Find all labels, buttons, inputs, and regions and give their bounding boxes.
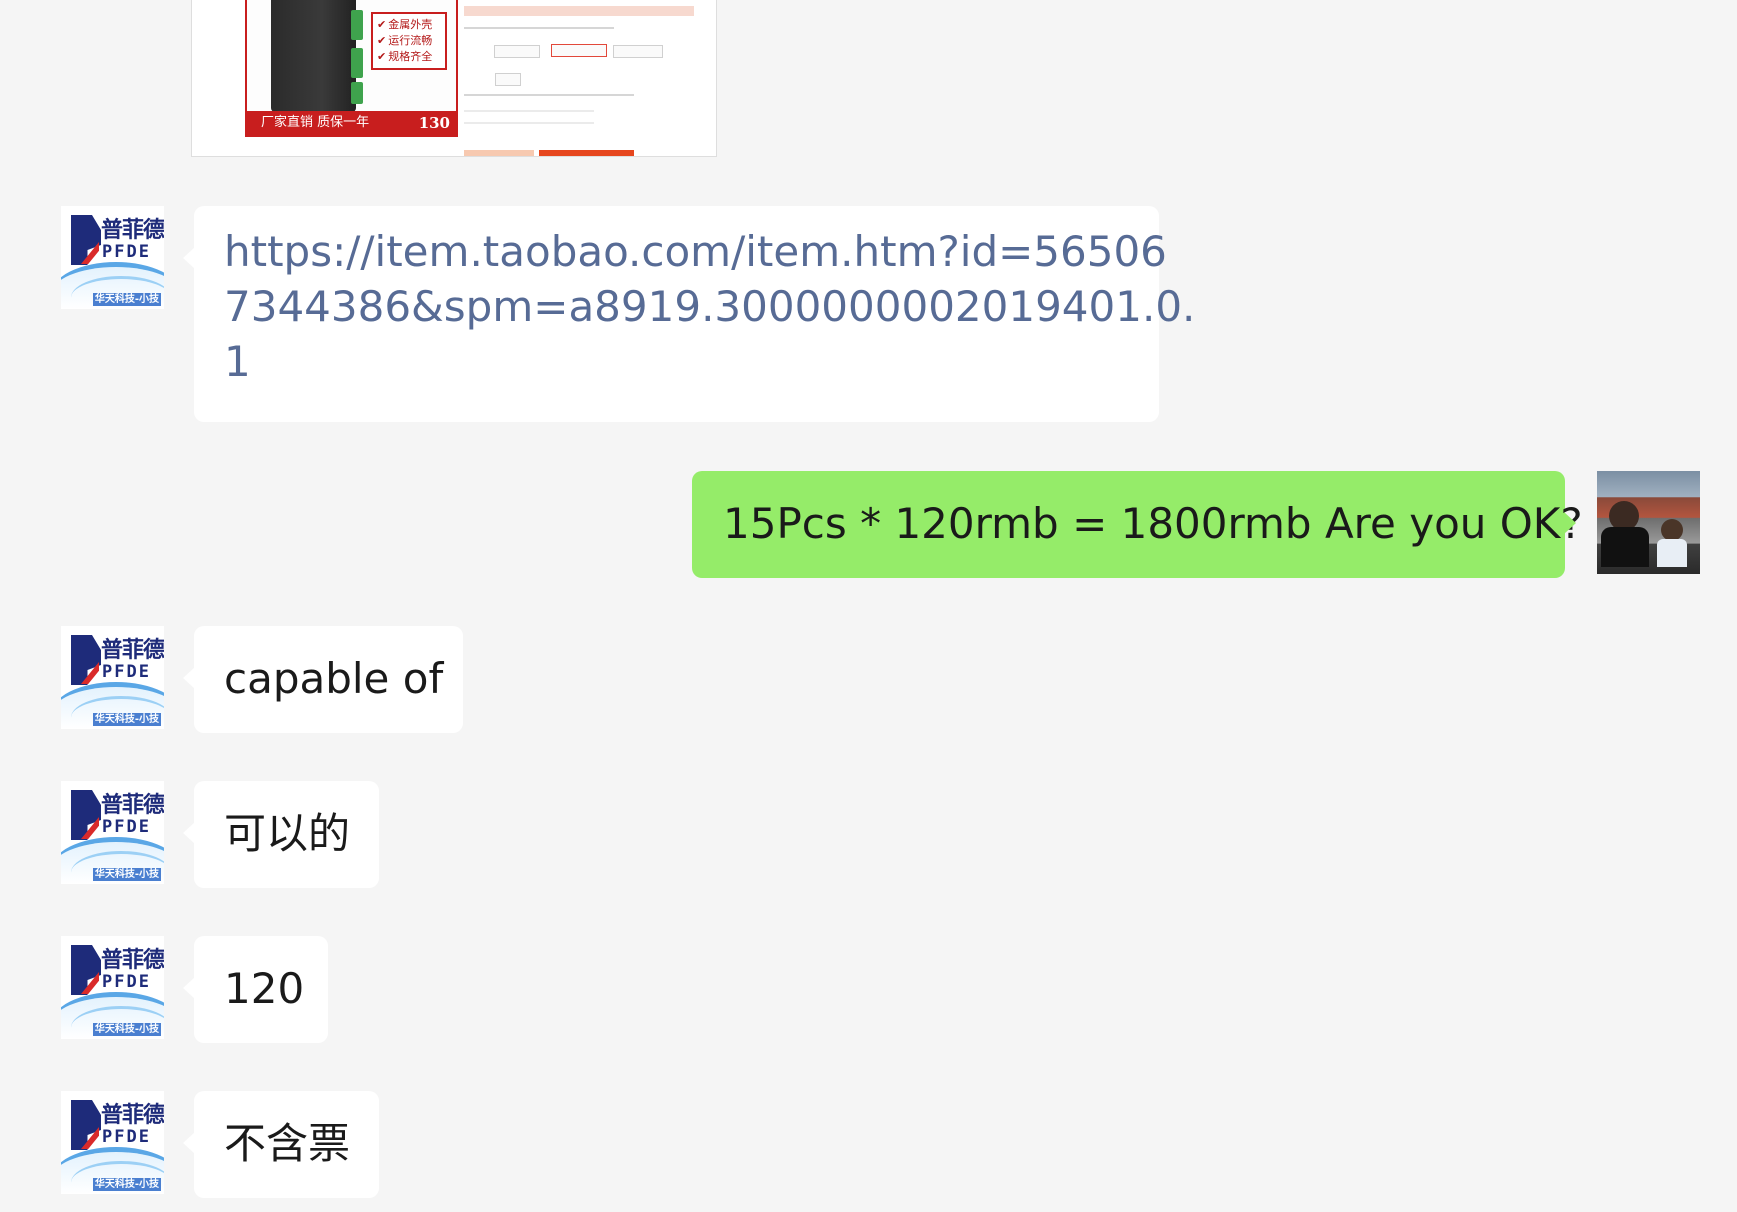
avatar-tag: 华天科技-小技 [92,1178,161,1191]
avatar-brand-en: PFDE [102,817,151,837]
avatar-brand-cn: 普菲德 [101,793,164,818]
check-icon: ✔ [377,50,387,63]
avatar[interactable]: 普菲德 PFDE 华天科技-小技 [61,781,164,884]
promo-price: 130 [418,114,450,132]
promo-text: 厂家直销 质保一年 [261,115,370,130]
message-text: 不含票 [224,1119,351,1168]
logo-mark-icon [71,790,101,840]
driver-device-image [271,0,363,112]
avatar-brand-cn: 普菲德 [101,638,164,663]
terminal-block [351,48,363,78]
spec-line [464,110,594,112]
avatar-brand-en: PFDE [102,242,151,262]
logo-mark-icon [71,635,101,685]
feature-item: ✔ 运行流畅 [377,34,433,47]
terminal-block [351,82,363,104]
product-image-message[interactable]: ✔ 金属外壳 ✔ 运行流畅 ✔ 规格齐全 厂家直销 质保一年 130 [191,0,717,157]
add-to-cart-strip [464,150,534,156]
terminal-block [351,10,363,40]
avatar-tag: 华天科技-小技 [92,293,161,306]
feature-item: ✔ 规格齐全 [377,50,433,63]
spec-option [494,45,540,58]
avatar-tag: 华天科技-小技 [92,713,161,726]
logo-mark-icon [71,945,101,995]
child-body [1657,539,1687,567]
child-head [1661,519,1683,541]
link-text-line[interactable]: 1 [224,334,1129,389]
message-bubble-outgoing[interactable]: 15Pcs * 120rmb = 1800rmb Are you OK? [692,471,1583,578]
avatar-brand-cn: 普菲德 [101,218,164,243]
message-bubble-incoming[interactable]: 可以的 [183,781,379,888]
spec-option-selected [551,44,607,57]
avatar[interactable]: 普菲德 PFDE 华天科技-小技 [61,936,164,1039]
message-text: 120 [224,964,305,1013]
spec-line [464,27,614,29]
avatar[interactable]: 普菲德 PFDE 华天科技-小技 [61,1091,164,1194]
link-text-line[interactable]: 7344386&spm=a8919.3000000002019401.0. [224,279,1195,334]
avatar-brand-en: PFDE [102,662,151,682]
promo-banner: 厂家直销 质保一年 130 [247,111,456,135]
person-body [1601,527,1649,567]
message-text: 可以的 [224,809,351,858]
spec-line [464,122,594,124]
feature-item: ✔ 金属外壳 [377,18,433,31]
spec-line [464,6,694,16]
check-icon: ✔ [377,18,387,31]
avatar-brand-cn: 普菲德 [101,1103,164,1128]
message-bubble-incoming[interactable]: 120 [183,936,328,1043]
product-photo: ✔ 金属外壳 ✔ 运行流畅 ✔ 规格齐全 厂家直销 质保一年 130 [245,0,458,137]
avatar-tag: 华天科技-小技 [92,1023,161,1036]
logo-mark-icon [71,1100,101,1150]
message-bubble-link[interactable]: https://item.taobao.com/item.htm?id=5650… [183,206,1195,422]
check-icon: ✔ [377,34,387,47]
feature-list: ✔ 金属外壳 ✔ 运行流畅 ✔ 规格齐全 [371,12,447,70]
message-bubble-incoming[interactable]: 不含票 [183,1091,379,1198]
avatar-brand-cn: 普菲德 [101,948,164,973]
quantity-stepper [495,73,521,86]
buy-now-strip [539,150,634,156]
spec-option [613,45,663,58]
avatar-tag: 华天科技-小技 [92,868,161,881]
message-text: capable of [224,654,444,703]
my-avatar[interactable] [1597,471,1700,574]
avatar[interactable]: 普菲德 PFDE 华天科技-小技 [61,626,164,729]
message-text: 15Pcs * 120rmb = 1800rmb Are you OK? [723,499,1583,548]
avatar-brand-en: PFDE [102,972,151,992]
avatar-brand-en: PFDE [102,1127,151,1147]
message-bubble-incoming[interactable]: capable of [183,626,463,733]
spec-line [464,94,634,96]
logo-mark-icon [71,215,101,265]
avatar[interactable]: 普菲德 PFDE 华天科技-小技 [61,206,164,309]
link-text-line[interactable]: https://item.taobao.com/item.htm?id=5650… [224,224,1167,279]
